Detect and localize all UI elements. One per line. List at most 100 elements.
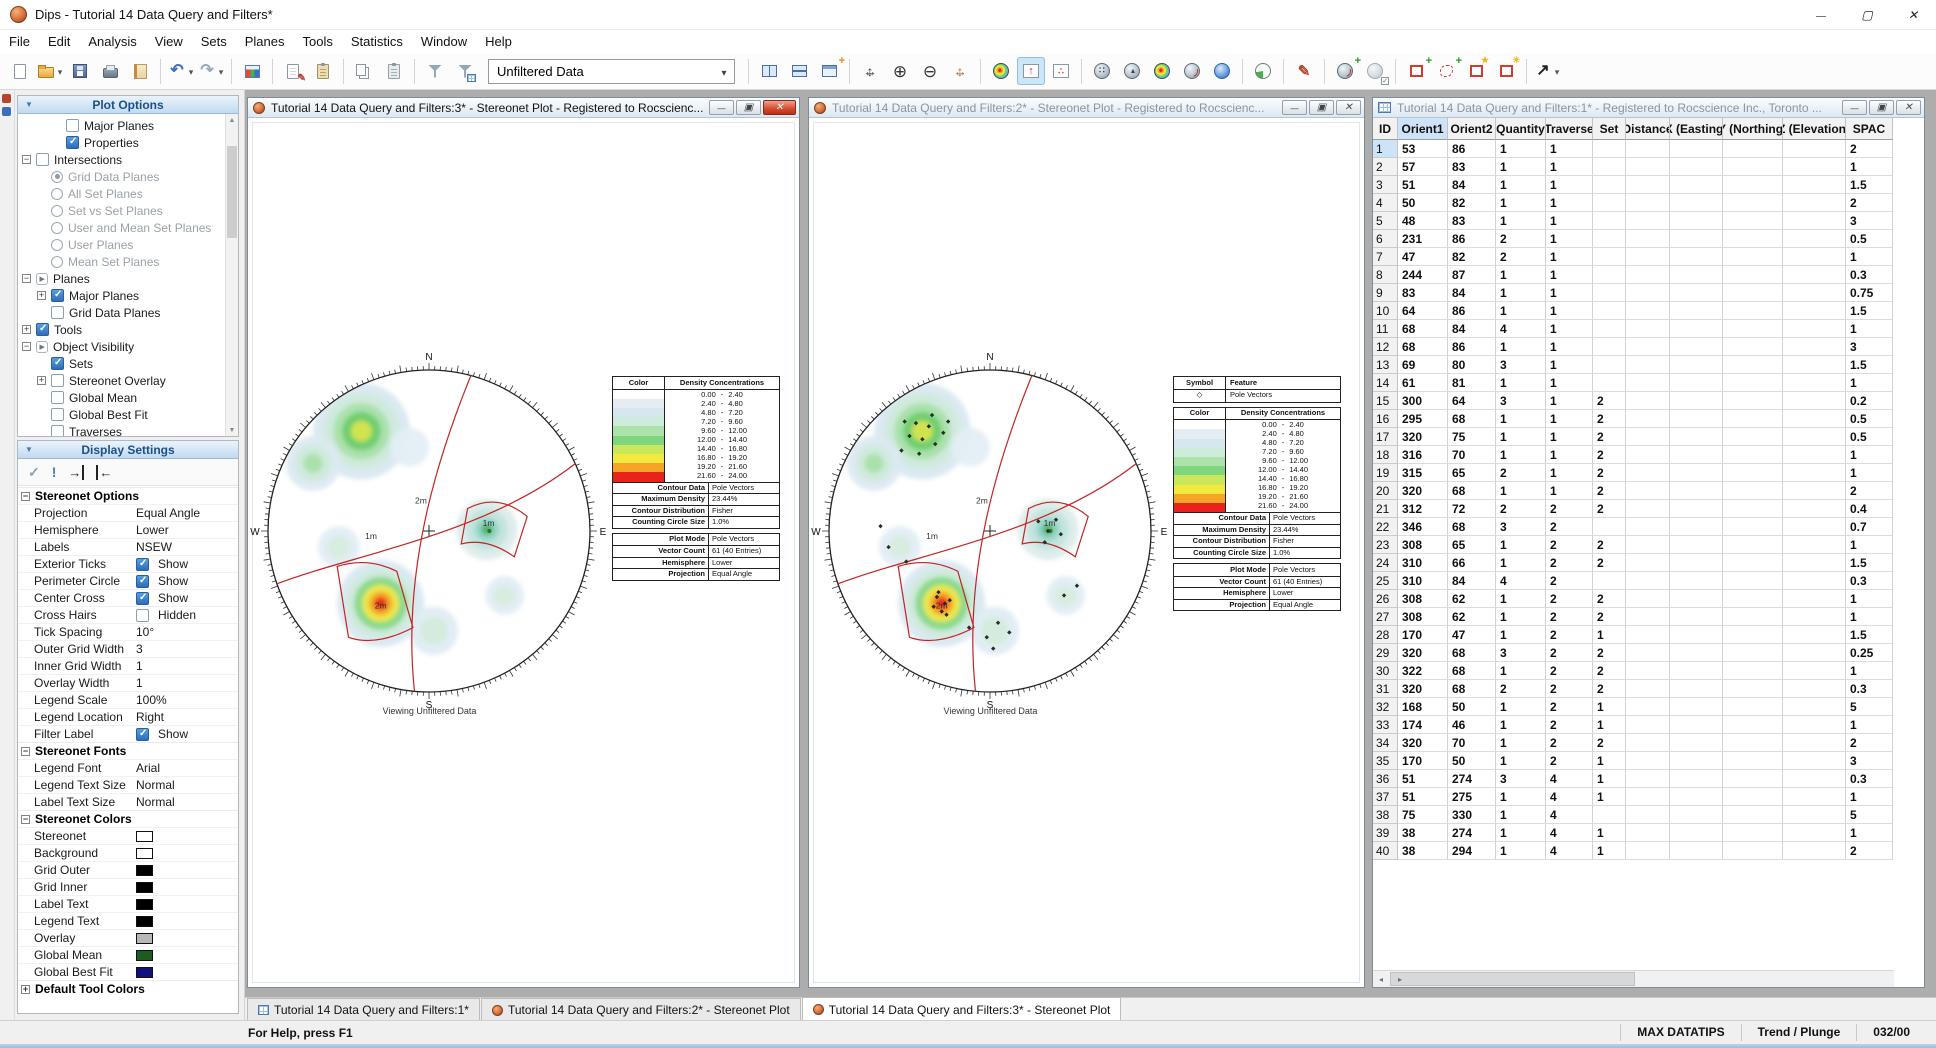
table-cell[interactable] [1670,482,1723,500]
table-cell[interactable]: 2 [1496,230,1546,248]
table-cell[interactable] [1670,194,1723,212]
table-cell[interactable] [1723,590,1783,608]
table-cell[interactable] [1626,320,1670,338]
dropdown-arrow-icon[interactable] [1553,62,1561,80]
table-cell[interactable] [1723,284,1783,302]
table-cell[interactable]: 2 [1496,248,1546,266]
contour-plot-button[interactable] [987,57,1015,85]
table-cell[interactable] [1626,518,1670,536]
warning-icon[interactable]: ! [52,464,57,480]
table-cell[interactable]: 1 [1496,590,1546,608]
table-cell[interactable]: 2 [1846,734,1893,752]
table-cell[interactable] [1593,338,1626,356]
table-cell[interactable] [1670,752,1723,770]
table-cell[interactable]: 1 [1496,158,1546,176]
table-cell[interactable] [1783,356,1846,374]
docked-pane-icon[interactable] [2,94,11,103]
table-cell[interactable] [1626,680,1670,698]
table-cell[interactable] [1626,500,1670,518]
table-cell[interactable] [1723,230,1783,248]
modify-set-window-button[interactable]: ✳ [1492,57,1520,85]
table-cell[interactable] [1723,626,1783,644]
setting-value[interactable]: Show [136,574,238,588]
table-cell[interactable]: 1 [1496,788,1546,806]
color-swatch[interactable] [136,899,153,910]
table-cell[interactable] [1670,230,1723,248]
table-cell[interactable] [1783,788,1846,806]
table-cell[interactable]: 84 [1448,176,1496,194]
row-header-cell[interactable]: 36 [1373,770,1398,788]
table-cell[interactable]: 2 [1593,392,1626,410]
zoom-in-button[interactable]: ⊕ [886,57,914,85]
table-cell[interactable]: 1 [1546,230,1593,248]
table-cell[interactable] [1670,842,1723,860]
table-cell[interactable] [1626,662,1670,680]
table-cell[interactable]: 0.3 [1846,266,1893,284]
checkbox[interactable] [51,357,64,370]
chart-colors-button[interactable] [238,57,266,85]
stereonet-canvas[interactable]: NESW2m1m1m2m ColorDensity Concentrations… [248,118,799,987]
setting-value[interactable] [136,831,238,842]
table-cell[interactable]: 84 [1448,284,1496,302]
table-cell[interactable] [1723,410,1783,428]
table-cell[interactable] [1593,806,1626,824]
table-cell[interactable] [1670,446,1723,464]
table-cell[interactable] [1626,464,1670,482]
table-cell[interactable] [1670,806,1723,824]
row-header-cell[interactable]: 3 [1373,176,1398,194]
table-cell[interactable]: 320 [1398,734,1448,752]
table-cell[interactable]: 2 [1593,662,1626,680]
table-cell[interactable]: 4 [1546,788,1593,806]
scrollbar-thumb[interactable] [1390,972,1635,986]
table-cell[interactable] [1783,572,1846,590]
symbolic-pole-plot-button[interactable]: ∷ [1088,57,1116,85]
table-cell[interactable]: 0.3 [1846,770,1893,788]
table-cell[interactable]: 1 [1496,716,1546,734]
minimize-button[interactable] [1842,100,1867,115]
table-cell[interactable]: 47 [1448,626,1496,644]
table-cell[interactable] [1723,842,1783,860]
table-cell[interactable] [1626,482,1670,500]
column-header-orient2[interactable]: Orient2 [1448,118,1496,140]
edit-planes-button[interactable]: ✎ [1290,57,1318,85]
collapse-icon[interactable]: − [21,815,30,824]
table-cell[interactable]: 1 [1496,176,1546,194]
tree-item-sets[interactable]: Sets [18,355,225,372]
project-summary-button[interactable] [126,57,154,85]
setting-value[interactable]: Show [136,557,238,571]
table-cell[interactable] [1670,302,1723,320]
contour-overlay-button[interactable] [1148,57,1176,85]
open-button[interactable] [36,57,64,85]
column-header-traverse[interactable]: Traverse [1546,118,1593,140]
tree-item-global-best-fit[interactable]: Global Best Fit [18,406,225,423]
data-filter-combo[interactable]: Unfiltered Data [488,59,735,84]
table-cell[interactable]: 174 [1398,716,1448,734]
symbolic-dip-plot-button[interactable]: ▲ [1118,57,1146,85]
table-cell[interactable]: 62 [1448,590,1496,608]
table-cell[interactable] [1670,590,1723,608]
expand-icon[interactable]: + [37,376,46,385]
add-set-window-button[interactable]: + [1402,57,1430,85]
table-cell[interactable]: 308 [1398,590,1448,608]
scroll-up-icon[interactable] [226,114,238,126]
window-titlebar[interactable]: Tutorial 14 Data Query and Filters:3* - … [248,98,799,118]
save-button[interactable] [66,57,94,85]
table-cell[interactable]: 2 [1846,482,1893,500]
row-header-cell[interactable]: 5 [1373,212,1398,230]
table-cell[interactable] [1723,662,1783,680]
table-cell[interactable] [1723,500,1783,518]
table-cell[interactable] [1723,320,1783,338]
table-cell[interactable]: 1 [1496,410,1546,428]
table-cell[interactable]: 1 [1546,374,1593,392]
menu-tools[interactable]: Tools [294,31,342,52]
table-cell[interactable]: 70 [1448,446,1496,464]
table-cell[interactable] [1783,266,1846,284]
table-cell[interactable]: 86 [1448,338,1496,356]
table-cell[interactable]: 1.5 [1846,356,1893,374]
column-header-y-northing[interactable]: Y (Northing) [1723,118,1783,140]
table-cell[interactable]: 1 [1546,140,1593,158]
table-cell[interactable]: 3 [1496,770,1546,788]
table-cell[interactable]: 312 [1398,500,1448,518]
table-cell[interactable]: 1 [1496,806,1546,824]
checkbox[interactable] [136,575,149,588]
